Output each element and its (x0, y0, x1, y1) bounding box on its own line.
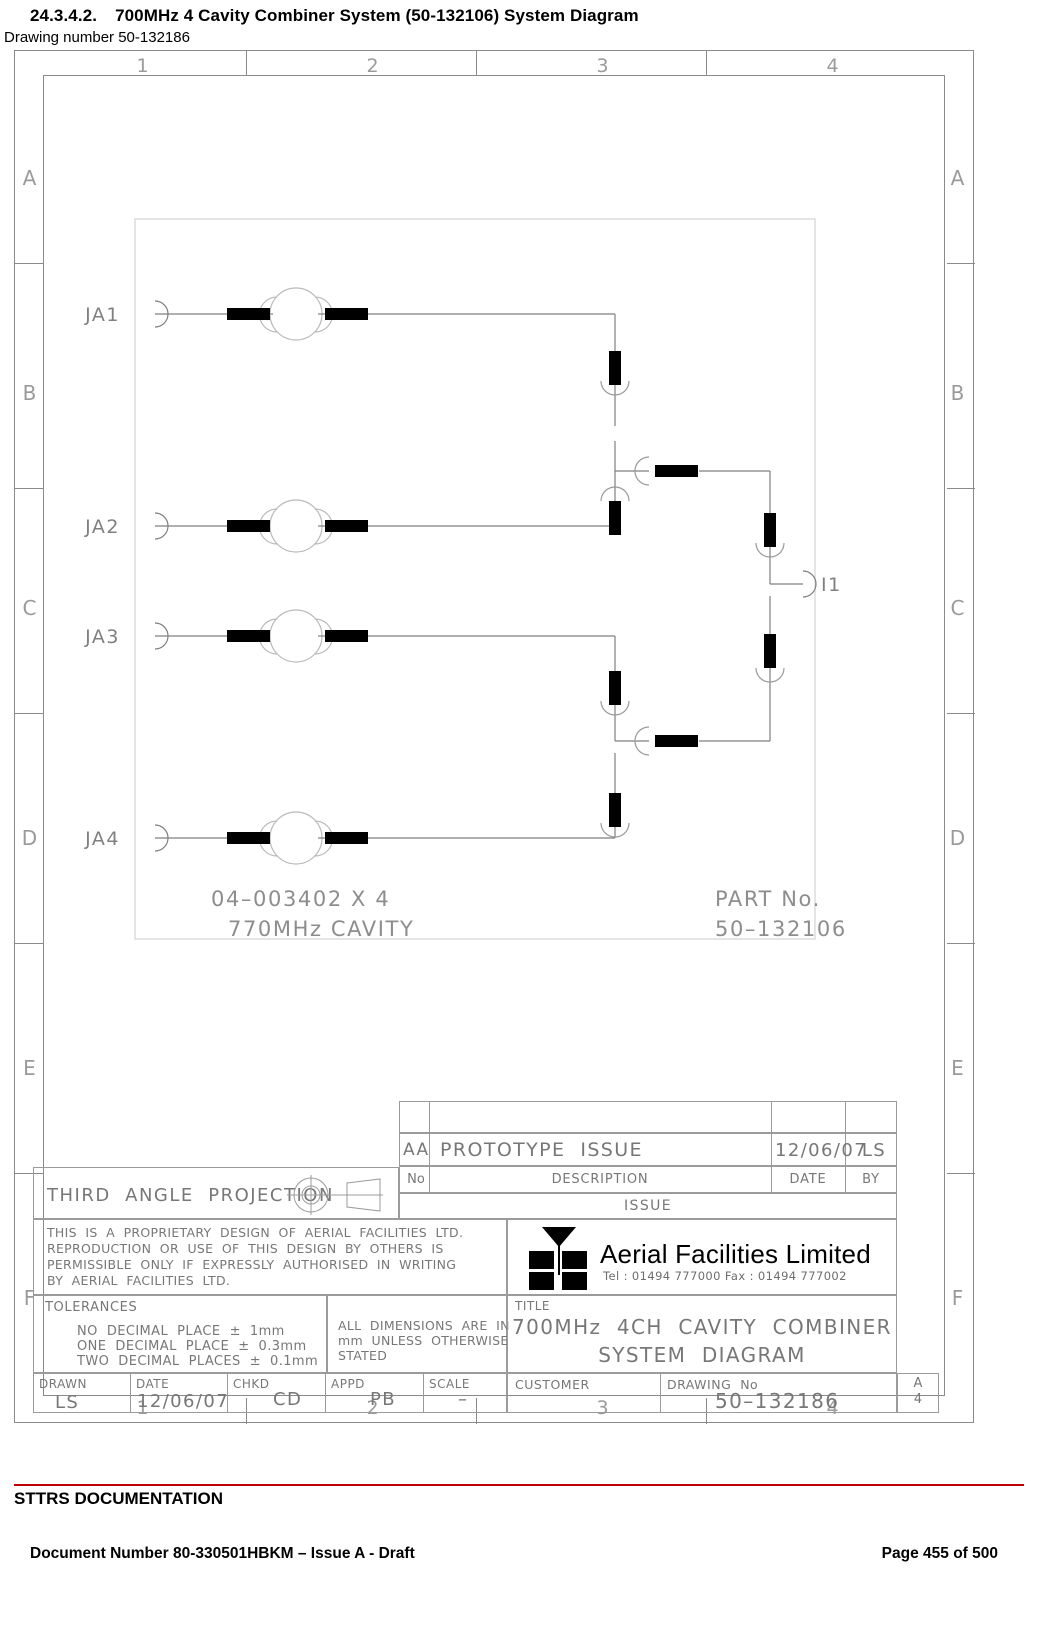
chkd-label: CHKD (233, 1377, 270, 1391)
scale-value: – (458, 1389, 469, 1410)
dimensions-note-line2: mm UNLESS OTHERWISE (338, 1333, 509, 1348)
antenna-triangle-icon (542, 1227, 576, 1247)
appd-value: PB (370, 1389, 397, 1410)
company-name: Aerial Facilities Limited (600, 1239, 871, 1269)
revision-by-value: LS (861, 1140, 887, 1161)
port-label-ja4: JA4 (84, 828, 120, 850)
revision-no-value: AA (403, 1140, 430, 1160)
title-label: TITLE (515, 1299, 550, 1313)
drawing-sheet: 1 2 3 4 1 2 3 4 A B C D E F A B C D E F (14, 50, 975, 1424)
part-no-label: PART No. (715, 887, 821, 911)
title-line-1: 700MHz 4CH CAVITY COMBINER (512, 1315, 892, 1339)
port-label-ja2: JA2 (84, 516, 120, 538)
tolerance-line-3: TWO DECIMAL PLACES ± 0.1mm (77, 1354, 319, 1369)
logo-square-br-icon (562, 1272, 587, 1290)
logo-square-tl-icon (529, 1251, 554, 1269)
revision-by-header: BY (862, 1172, 880, 1187)
dimensions-note-line3: STATED (338, 1348, 388, 1363)
port-label-ja3: JA3 (84, 626, 120, 648)
title-line-2: SYSTEM DIAGRAM (598, 1343, 806, 1367)
dimensions-note-line1: ALL DIMENSIONS ARE IN (338, 1318, 510, 1333)
page-title: 24.3.4.2. 700MHz 4 Cavity Combiner System… (0, 0, 1038, 26)
revision-description-value: PROTOTYPE ISSUE (440, 1139, 643, 1161)
antenna-stem-icon (558, 1245, 560, 1275)
drawn-value: LS (55, 1392, 80, 1413)
revision-no-header: No (407, 1172, 425, 1187)
cavity-note-line1: 04–003402 X 4 (211, 887, 390, 911)
proprietary-note-line2: REPRODUCTION OR USE OF THIS DESIGN BY OT… (47, 1241, 444, 1256)
cavity-note-line2: 770MHz CAVITY (228, 917, 414, 941)
port-label-i1: I1 (821, 574, 842, 596)
sheet-size-number: 4 (913, 1392, 923, 1407)
proprietary-note-line4: BY AERIAL FACILITIES LTD. (47, 1273, 231, 1288)
customer-label: CUSTOMER (515, 1377, 590, 1392)
footer-document-number: Document Number 80-330501HBKM – Issue A … (30, 1545, 415, 1562)
logo-square-bl-icon (529, 1272, 554, 1290)
sheet-size-letter: A (913, 1376, 923, 1391)
proprietary-note-line3: PERMISSIBLE ONLY IF EXPRESSLY AUTHORISED… (47, 1257, 457, 1272)
revision-date-header: DATE (789, 1172, 827, 1187)
footer-organization: STTRS DOCUMENTATION (14, 1489, 224, 1508)
logo-square-tr-icon (562, 1251, 587, 1269)
port-label-ja1: JA1 (84, 304, 120, 326)
revision-description-header: DESCRIPTION (551, 1172, 649, 1187)
drawing-no-value: 50–132186 (715, 1389, 840, 1413)
revision-row-blank (399, 1101, 897, 1133)
footer-page-number: Page 455 of 500 (881, 1545, 998, 1562)
third-angle-projection-symbol (287, 1175, 383, 1215)
date-value: 12/06/07 (137, 1391, 230, 1412)
chkd-value: CD (273, 1389, 303, 1410)
drawing-number-subtitle: Drawing number 50-132186 (4, 29, 190, 46)
page-title-text: 700MHz 4 Cavity Combiner System (50-1321… (115, 6, 639, 25)
issue-section-label: ISSUE (624, 1198, 672, 1214)
company-contact: Tel : 01494 777000 Fax : 01494 777002 (603, 1269, 847, 1283)
tolerances-heading: TOLERANCES (45, 1300, 138, 1315)
appd-label: APPD (331, 1377, 365, 1391)
proprietary-note-line1: THIS IS A PROPRIETARY DESIGN OF AERIAL F… (47, 1225, 464, 1240)
page-title-number: 24.3.4.2. (30, 6, 98, 25)
part-no-value: 50–132106 (715, 917, 847, 941)
footer-divider (14, 1484, 1024, 1486)
